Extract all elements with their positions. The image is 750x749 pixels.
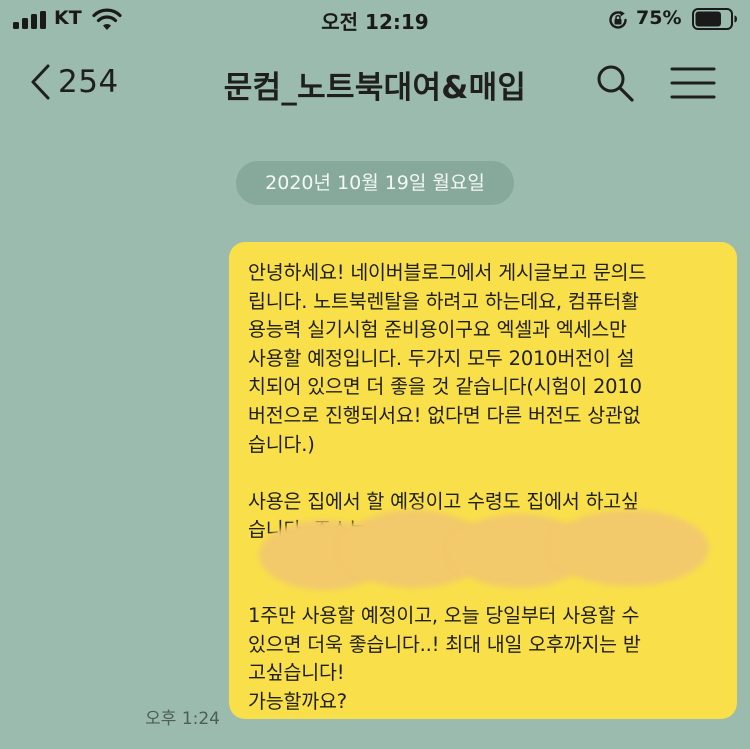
- back-button[interactable]: 254: [28, 58, 119, 106]
- search-icon[interactable]: [594, 62, 636, 104]
- message-timestamp: 오후 1:24: [145, 709, 220, 729]
- chat-header: 254 문컴_노트북대여&매입: [0, 44, 750, 120]
- unread-count: 254: [58, 64, 119, 100]
- message-text: 안녕하세요! 네이버블로그에서 게시글보고 문의드 립니다. 노트북렌탈을 하려…: [248, 261, 647, 713]
- message-bubble[interactable]: 안녕하세요! 네이버블로그에서 게시글보고 문의드 립니다. 노트북렌탈을 하려…: [229, 242, 737, 719]
- battery-icon: [692, 8, 737, 30]
- date-divider: 2020년 10월 19일 월요일: [236, 161, 514, 205]
- chat-room-title: 문컴_노트북대여&매입: [223, 70, 527, 106]
- hamburger-menu-icon[interactable]: [670, 66, 716, 100]
- rotation-lock-icon: [609, 10, 627, 29]
- battery-percent: 75%: [636, 7, 682, 29]
- chevron-left-icon: [31, 64, 50, 100]
- status-bar: KT 오전 12:19 75%: [0, 0, 750, 40]
